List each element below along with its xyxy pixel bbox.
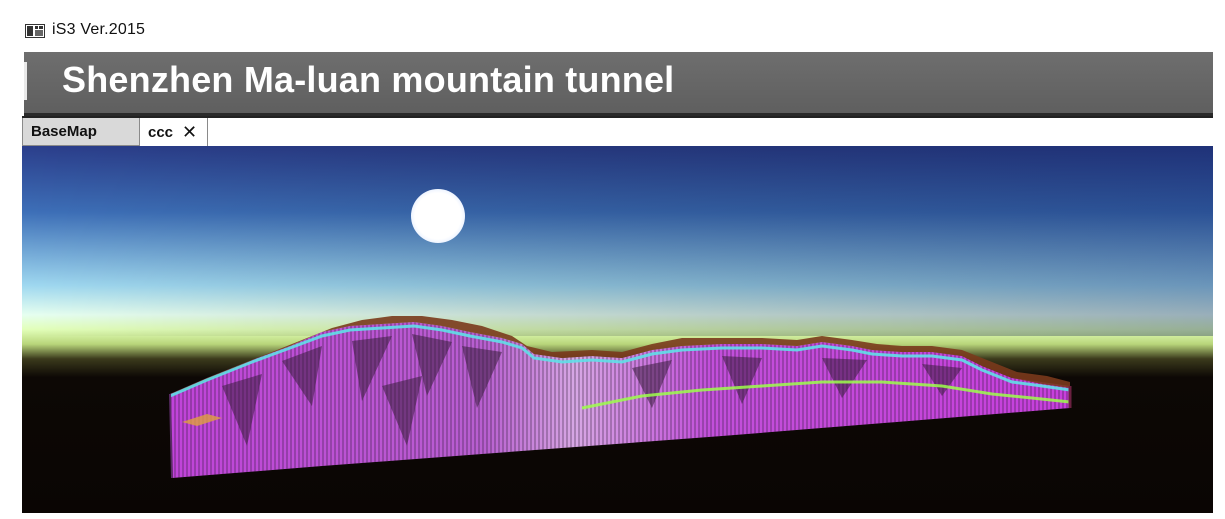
3d-viewport[interactable]: [22, 146, 1213, 513]
3d-scene[interactable]: [22, 146, 1213, 513]
app-window-icon: [25, 24, 45, 38]
banner-accent-line: [24, 62, 27, 100]
app-title: iS3 Ver.2015: [52, 21, 146, 38]
tab-ccc-label: ccc: [148, 123, 174, 141]
sun: [411, 189, 465, 243]
title-bar: iS3 Ver.2015: [0, 0, 1225, 52]
sky-shade: [22, 146, 1213, 336]
tab-basemap-label: BaseMap: [31, 123, 97, 140]
close-icon[interactable]: ✕: [182, 123, 197, 141]
project-title: Shenzhen Ma-luan mountain tunnel: [62, 59, 675, 100]
tab-basemap[interactable]: BaseMap: [22, 118, 140, 146]
project-banner: Shenzhen Ma-luan mountain tunnel: [24, 52, 1213, 116]
tab-ccc[interactable]: ccc ✕: [140, 118, 208, 146]
